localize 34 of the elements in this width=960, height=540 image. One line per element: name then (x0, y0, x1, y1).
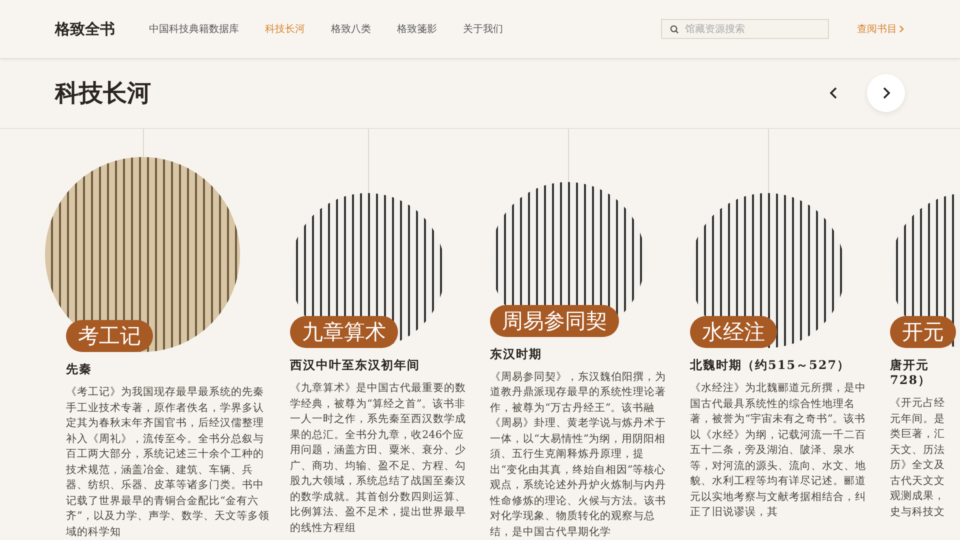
book-description: 《考工记》为我国现存最早最系统的先秦手工业技术专著，原作者佚名，学界多认定其为春秋末年齐国官书，后经汉儒整理补入《周礼》，流传至今。全书分总叙与百工两大部分，系统记述三十余个工种的技术规范，涵盖冶金、建筑、车辆、兵器、纺织、乐器、皮革等诸多门类。书中记载了世界最早的青铜合金配比“金有六齐”，以及力学、声学、数学、天文等多领域的科学知 (66, 385, 270, 540)
description-line: 元年间。是 (890, 412, 946, 426)
description-line: 天文、历法 (890, 442, 946, 458)
chevron-right-icon (881, 86, 891, 100)
period-heading: 西汉中叶至东汉初年间 (290, 358, 421, 373)
period-heading: 先秦 (66, 362, 93, 377)
book-title-label: 考工记 (66, 320, 153, 352)
nav-link[interactable]: 中国科技典籍数据库 (149, 22, 239, 36)
search-field[interactable]: 馆藏资源搜索 (661, 19, 829, 39)
book-description: 《周易参同契》，东汉魏伯阳撰，为道教丹鼎派现存最早的系统性理论著作，被尊为“万古丹经王”。该书融《周易》卦理、黄老学说与炼丹术于一体，以“大易情性”为纲，用阴阳相須、五行生克阐释炼丹原理，提出“变化由其真，终始自相因”等核心观点，系统论述外丹炉火炼制与内丹性命修炼的理论、火候与方法。该书对化学现象、物质转化的观察与总结，是中国古代早期化学 (490, 370, 667, 540)
chevron-left-icon (829, 86, 839, 100)
description-line: 《开元占经 (890, 396, 946, 411)
book-title-label: 周易参同契 (490, 304, 619, 336)
next-button[interactable] (867, 74, 905, 112)
description-line: 历》全文及 (890, 458, 946, 473)
nav-link[interactable]: 格致箋影 (397, 22, 437, 36)
period-heading: 唐开元 728） (890, 358, 932, 388)
book-title-label: 九章算术 (290, 316, 398, 348)
chevron-right-icon (899, 25, 905, 33)
book-title-label: 水经注 (690, 316, 777, 348)
book-description: 《水经注》为北魏郦道元所撰，是中国古代最具系统性的综合性地理名著，被誉为“宇宙未有之奇书”。该书以《水经》为纲，记载河流一千二百五十二条，旁及湖泊、陂泽、泉水等，对河流的源头、流向、水文、地貌、水利工程等均有详尽记述。郦道元以实地考察与文献考据相结合，纠正了旧说谬误，其 (690, 381, 867, 520)
nav-link[interactable]: 关于我们 (463, 22, 503, 36)
book-description: 《九章算术》是中国古代最重要的数学经典，被尊为“算经之首”。该书非一人一时之作，系先秦至西汉数学成果的总汇。全书分九章，收246个应用问题，涵盖方田、粟米、衰分、少广、商功、均输、盈不足、方程、勾股九大领域，系统总结了战国至秦汉的数学成就。其首创分数四则运算、比例算法、盈不足术，提出世界最早的线性方程组 (290, 381, 467, 536)
page-title: 科技长河 (55, 77, 152, 109)
nav-link[interactable]: 格致八类 (331, 22, 371, 36)
search-icon (670, 24, 679, 34)
period-heading: 北魏时期（约515～527） (690, 358, 852, 373)
description-line: 类巨著，汇 (890, 427, 946, 442)
description-line: 观测成果， (890, 489, 946, 504)
description-line: 古代天文文 (890, 474, 946, 488)
period-heading: 东汉时期 (490, 346, 543, 362)
site-logo: 格致全书 (55, 20, 115, 38)
description-line: 史与科技文 (890, 504, 946, 520)
book-title-label: 开元 (890, 316, 956, 348)
